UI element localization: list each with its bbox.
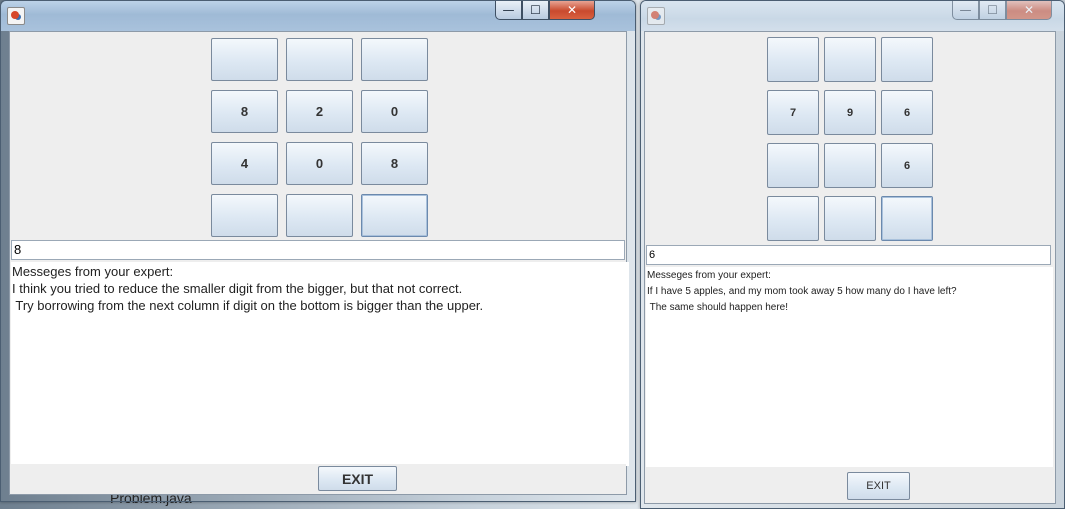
digit-cell-r2c1[interactable]	[824, 143, 876, 188]
button-bar: EXIT	[10, 464, 626, 494]
digit-cell-r2c0[interactable]	[767, 143, 819, 188]
digit-cell-r1c2[interactable]: 0	[361, 90, 428, 133]
digit-cell-r0c1[interactable]	[824, 37, 876, 82]
expert-messages-area: Messeges from your expert: If I have 5 a…	[646, 267, 1053, 469]
tutor-window-right: — ☐ ✕ 7 9 6 6 6 Messeges from your exper…	[640, 0, 1065, 509]
java-app-icon[interactable]	[647, 7, 665, 25]
digit-cell-r3c1[interactable]	[286, 194, 353, 237]
digit-cell-r3c1[interactable]	[824, 196, 876, 241]
window-content: 8 2 0 4 0 8 8 Messeges from your expert:…	[9, 31, 629, 495]
digit-cell-r3c0[interactable]	[211, 194, 278, 237]
close-button[interactable]: ✕	[1006, 1, 1052, 20]
message-line-1: I think you tried to reduce the smaller …	[12, 281, 463, 296]
digit-cell-r2c2[interactable]: 6	[881, 143, 933, 188]
digit-cell-r1c1[interactable]: 2	[286, 90, 353, 133]
title-bar[interactable]: — ☐ ✕	[641, 1, 1064, 31]
minimize-button[interactable]: —	[952, 1, 979, 20]
window-content: 7 9 6 6 6 Messeges from your expert: If …	[644, 31, 1056, 504]
exit-button[interactable]: EXIT	[318, 466, 397, 491]
exit-button[interactable]: EXIT	[847, 472, 910, 500]
digit-cell-r2c1[interactable]: 0	[286, 142, 353, 185]
digit-cell-r3c0[interactable]	[767, 196, 819, 241]
digit-cell-r1c0[interactable]: 7	[767, 90, 819, 135]
digit-cell-r1c1[interactable]: 9	[824, 90, 876, 135]
digit-cell-r0c0[interactable]	[767, 37, 819, 82]
maximize-button[interactable]: ☐	[522, 1, 549, 20]
digit-cell-r0c2[interactable]	[881, 37, 933, 82]
tutor-window-left: — ☐ ✕ 8 2 0 4 0 8 8 Messeges from your e…	[0, 0, 636, 502]
messages-header: Messeges from your expert:	[12, 264, 174, 279]
digit-cell-r3c2[interactable]	[361, 194, 428, 237]
digit-cell-r0c0[interactable]	[211, 38, 278, 81]
answer-input[interactable]: 8	[11, 240, 625, 260]
message-line-2: The same should happen here!	[647, 302, 789, 313]
title-bar[interactable]: — ☐ ✕	[1, 1, 635, 31]
minimize-button[interactable]: —	[495, 1, 522, 20]
java-app-icon[interactable]	[7, 7, 25, 25]
digit-cell-r1c0[interactable]: 8	[211, 90, 278, 133]
digit-cell-r2c0[interactable]: 4	[211, 142, 278, 185]
digit-cell-r1c2[interactable]: 6	[881, 90, 933, 135]
close-button[interactable]: ✕	[549, 1, 595, 20]
maximize-button[interactable]: ☐	[979, 1, 1006, 20]
messages-header: Messeges from your expert:	[647, 270, 771, 281]
digit-cell-r0c1[interactable]	[286, 38, 353, 81]
button-bar: EXIT	[645, 467, 1055, 503]
digit-cell-r3c2[interactable]	[881, 196, 933, 241]
digit-cell-r0c2[interactable]	[361, 38, 428, 81]
expert-messages-area: Messeges from your expert: I think you t…	[11, 262, 629, 466]
message-line-1: If I have 5 apples, and my mom took away…	[647, 286, 957, 297]
answer-input[interactable]: 6	[646, 245, 1051, 265]
message-line-2: Try borrowing from the next column if di…	[12, 298, 484, 313]
digit-cell-r2c2[interactable]: 8	[361, 142, 428, 185]
